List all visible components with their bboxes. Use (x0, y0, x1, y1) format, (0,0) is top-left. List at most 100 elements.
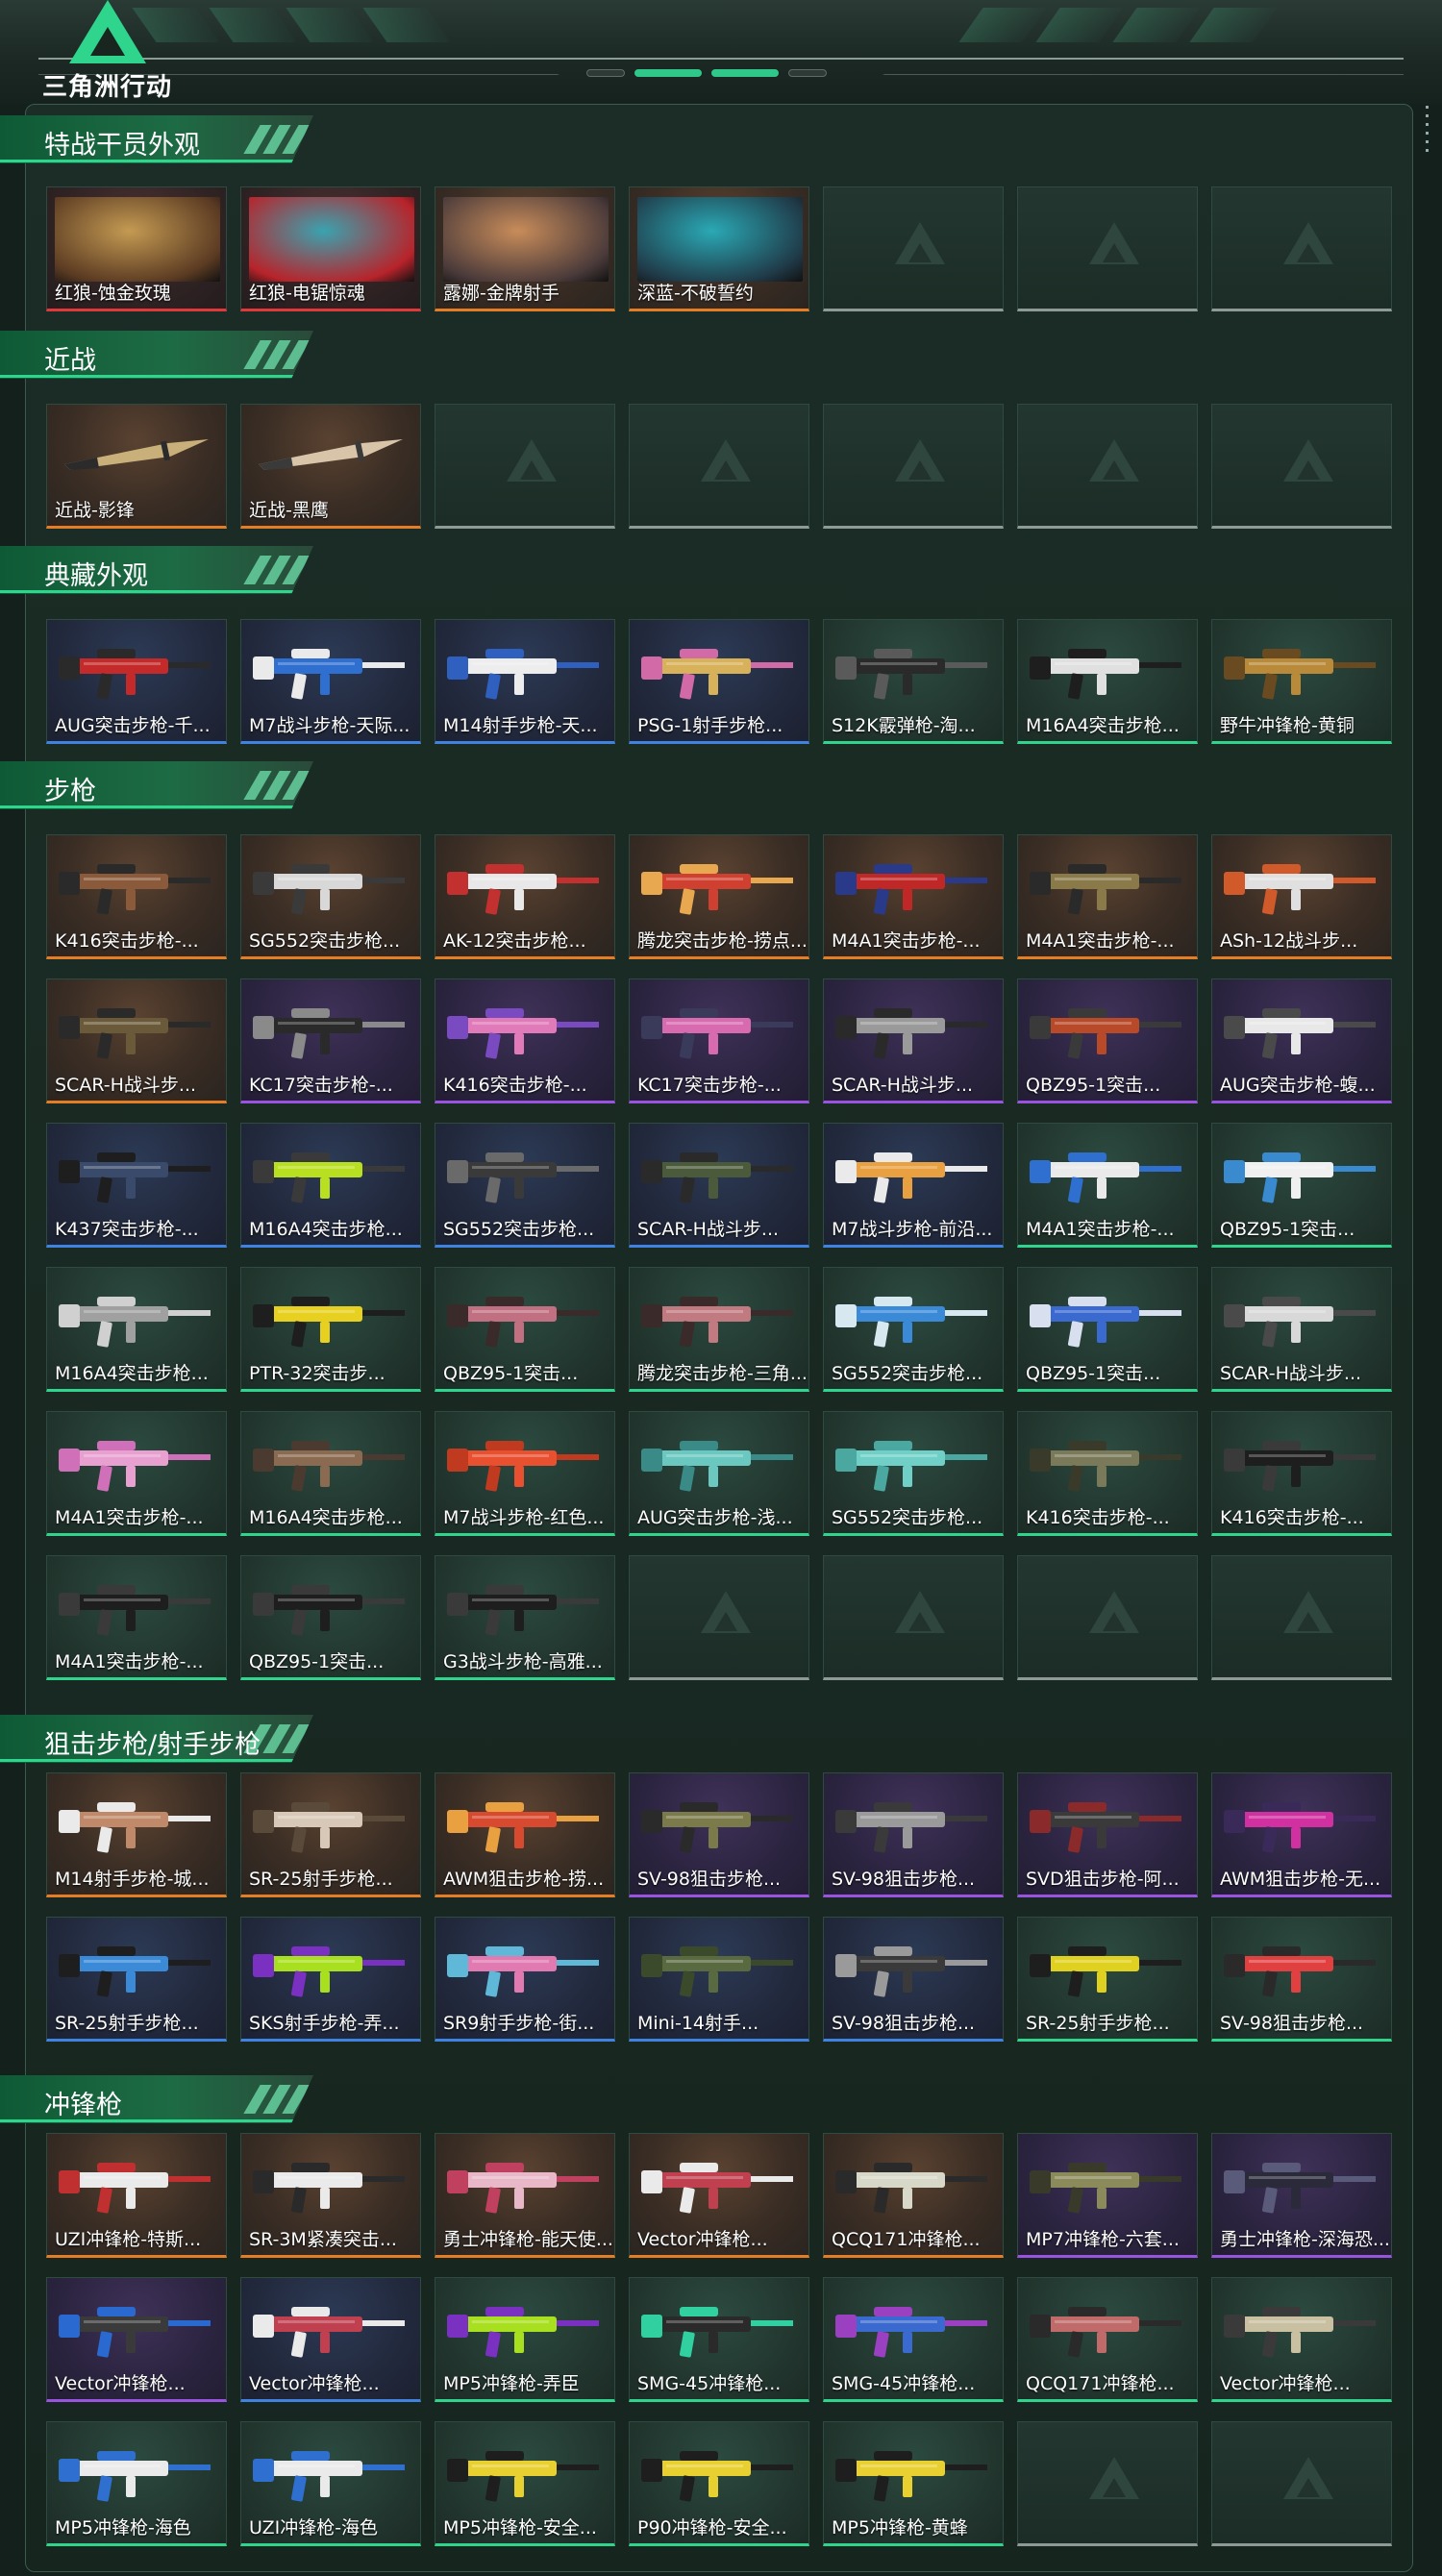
operator-skin-card[interactable]: 露娜-金牌射手 (435, 186, 615, 311)
weapon-skin-card[interactable]: G3战斗步枪-高雅... (435, 1555, 615, 1680)
empty-slot[interactable] (823, 186, 1004, 311)
weapon-skin-card[interactable]: 勇士冲锋枪-能天使... (435, 2133, 615, 2258)
weapon-skin-card[interactable]: S12K霰弹枪-淘... (823, 619, 1004, 744)
empty-slot[interactable] (1211, 1555, 1392, 1680)
weapon-skin-card[interactable]: M4A1突击步枪-... (46, 1411, 227, 1536)
weapon-skin-card[interactable]: M16A4突击步枪... (46, 1267, 227, 1392)
weapon-skin-card[interactable]: MP5冲锋枪-弄臣 (435, 2277, 615, 2402)
weapon-skin-card[interactable]: SCAR-H战斗步... (629, 1123, 809, 1248)
weapon-skin-card[interactable]: MP7冲锋枪-六套... (1017, 2133, 1198, 2258)
weapon-skin-card[interactable]: PSG-1射手步枪... (629, 619, 809, 744)
melee-skin-card[interactable]: 近战-影锋 (46, 404, 227, 529)
weapon-skin-card[interactable]: SMG-45冲锋枪... (629, 2277, 809, 2402)
weapon-skin-card[interactable]: AUG突击步枪-浅... (629, 1411, 809, 1536)
weapon-skin-card[interactable]: MP5冲锋枪-海色 (46, 2421, 227, 2546)
weapon-skin-card[interactable]: AUG突击步枪-千... (46, 619, 227, 744)
weapon-skin-card[interactable]: PTR-32突击步... (240, 1267, 421, 1392)
weapon-skin-card[interactable]: SR9射手步枪-街... (435, 1917, 615, 2042)
weapon-skin-card[interactable]: SV-98狙击步枪... (1211, 1917, 1392, 2042)
weapon-skin-card[interactable]: QBZ95-1突击... (240, 1555, 421, 1680)
empty-slot[interactable] (1017, 1555, 1198, 1680)
weapon-skin-card[interactable]: SMG-45冲锋枪... (823, 2277, 1004, 2402)
weapon-skin-card[interactable]: MP5冲锋枪-黄蜂 (823, 2421, 1004, 2546)
weapon-skin-card[interactable]: AK-12突击步枪... (435, 834, 615, 959)
weapon-skin-card[interactable]: QBZ95-1突击... (1017, 978, 1198, 1103)
weapon-skin-card[interactable]: M14射手步枪-天... (435, 619, 615, 744)
empty-slot[interactable] (1017, 404, 1198, 529)
weapon-skin-card[interactable]: Vector冲锋枪... (629, 2133, 809, 2258)
operator-skin-card[interactable]: 红狼-电锯惊魂 (240, 186, 421, 311)
weapon-skin-card[interactable]: SV-98狙击步枪... (823, 1772, 1004, 1897)
weapon-skin-card[interactable]: SG552突击步枪... (435, 1123, 615, 1248)
weapon-skin-card[interactable]: QBZ95-1突击... (1017, 1267, 1198, 1392)
weapon-skin-card[interactable]: AWM狙击步枪-捞... (435, 1772, 615, 1897)
weapon-skin-card[interactable]: SCAR-H战斗步... (823, 978, 1004, 1103)
weapon-skin-card[interactable]: 勇士冲锋枪-深海恐... (1211, 2133, 1392, 2258)
weapon-skin-card[interactable]: K416突击步枪-... (435, 978, 615, 1103)
weapon-skin-card[interactable]: Vector冲锋枪... (46, 2277, 227, 2402)
weapon-skin-card[interactable]: K437突击步枪-... (46, 1123, 227, 1248)
weapon-skin-card[interactable]: SCAR-H战斗步... (1211, 1267, 1392, 1392)
weapon-skin-card[interactable]: 腾龙突击步枪-捞点... (629, 834, 809, 959)
weapon-skin-card[interactable]: SVD狙击步枪-阿... (1017, 1772, 1198, 1897)
weapon-skin-card[interactable]: K416突击步枪-... (1211, 1411, 1392, 1536)
weapon-skin-card[interactable]: SG552突击步枪... (823, 1411, 1004, 1536)
weapon-skin-card[interactable]: SCAR-H战斗步... (46, 978, 227, 1103)
empty-slot[interactable] (823, 404, 1004, 529)
weapon-skin-card[interactable]: M4A1突击步枪-... (1017, 1123, 1198, 1248)
empty-slot[interactable] (823, 1555, 1004, 1680)
weapon-skin-card[interactable]: SR-3M紧凑突击... (240, 2133, 421, 2258)
weapon-skin-card[interactable]: QCQ171冲锋枪... (823, 2133, 1004, 2258)
weapon-skin-card[interactable]: KC17突击步枪-... (240, 978, 421, 1103)
weapon-skin-card[interactable]: SR-25射手步枪... (46, 1917, 227, 2042)
weapon-skin-card[interactable]: M7战斗步枪-红色... (435, 1411, 615, 1536)
weapon-skin-card[interactable]: QBZ95-1突击... (435, 1267, 615, 1392)
weapon-skin-card[interactable]: SG552突击步枪... (823, 1267, 1004, 1392)
weapon-skin-card[interactable]: SR-25射手步枪... (1017, 1917, 1198, 2042)
item-name: 野牛冲锋枪-黄铜 (1220, 715, 1355, 736)
empty-slot[interactable] (435, 404, 615, 529)
weapon-skin-card[interactable]: M4A1突击步枪-... (823, 834, 1004, 959)
weapon-skin-card[interactable]: M4A1突击步枪-... (46, 1555, 227, 1680)
empty-slot[interactable] (1017, 2421, 1198, 2546)
empty-slot[interactable] (1017, 186, 1198, 311)
operator-skin-card[interactable]: 深蓝-不破誓约 (629, 186, 809, 311)
weapon-skin-card[interactable]: SR-25射手步枪... (240, 1772, 421, 1897)
empty-slot[interactable] (629, 404, 809, 529)
weapon-skin-card[interactable]: Vector冲锋枪... (240, 2277, 421, 2402)
weapon-skin-card[interactable]: M16A4突击步枪... (240, 1411, 421, 1536)
empty-slot[interactable] (1211, 404, 1392, 529)
weapon-skin-card[interactable]: AUG突击步枪-蝮... (1211, 978, 1392, 1103)
empty-slot[interactable] (1211, 186, 1392, 311)
weapon-skin-card[interactable]: Vector冲锋枪... (1211, 2277, 1392, 2402)
weapon-skin-card[interactable]: SG552突击步枪... (240, 834, 421, 959)
weapon-skin-card[interactable]: AWM狙击步枪-无... (1211, 1772, 1392, 1897)
weapon-skin-card[interactable]: KC17突击步枪-... (629, 978, 809, 1103)
scrollbar[interactable] (1425, 106, 1430, 158)
weapon-skin-card[interactable]: M4A1突击步枪-... (1017, 834, 1198, 959)
weapon-skin-card[interactable]: UZI冲锋枪-特斯... (46, 2133, 227, 2258)
weapon-skin-card[interactable]: QCQ171冲锋枪... (1017, 2277, 1198, 2402)
weapon-skin-card[interactable]: M16A4突击步枪... (1017, 619, 1198, 744)
weapon-skin-card[interactable]: K416突击步枪-... (46, 834, 227, 959)
operator-skin-card[interactable]: 红狼-蚀金玫瑰 (46, 186, 227, 311)
weapon-skin-card[interactable]: 腾龙突击步枪-三角... (629, 1267, 809, 1392)
weapon-skin-card[interactable]: QBZ95-1突击... (1211, 1123, 1392, 1248)
weapon-skin-card[interactable]: K416突击步枪-... (1017, 1411, 1198, 1536)
weapon-skin-card[interactable]: SV-98狙击步枪... (823, 1917, 1004, 2042)
weapon-skin-card[interactable]: SKS射手步枪-弄... (240, 1917, 421, 2042)
weapon-skin-card[interactable]: Mini-14射手... (629, 1917, 809, 2042)
weapon-skin-card[interactable]: M7战斗步枪-天际... (240, 619, 421, 744)
melee-skin-card[interactable]: 近战-黑鹰 (240, 404, 421, 529)
weapon-skin-card[interactable]: M14射手步枪-城... (46, 1772, 227, 1897)
weapon-skin-card[interactable]: P90冲锋枪-安全... (629, 2421, 809, 2546)
weapon-skin-card[interactable]: UZI冲锋枪-海色 (240, 2421, 421, 2546)
weapon-skin-card[interactable]: ASh-12战斗步... (1211, 834, 1392, 959)
weapon-skin-card[interactable]: M7战斗步枪-前沿... (823, 1123, 1004, 1248)
empty-slot[interactable] (629, 1555, 809, 1680)
weapon-skin-card[interactable]: MP5冲锋枪-安全... (435, 2421, 615, 2546)
weapon-skin-card[interactable]: M16A4突击步枪... (240, 1123, 421, 1248)
empty-slot[interactable] (1211, 2421, 1392, 2546)
weapon-skin-card[interactable]: 野牛冲锋枪-黄铜 (1211, 619, 1392, 744)
weapon-skin-card[interactable]: SV-98狙击步枪... (629, 1772, 809, 1897)
